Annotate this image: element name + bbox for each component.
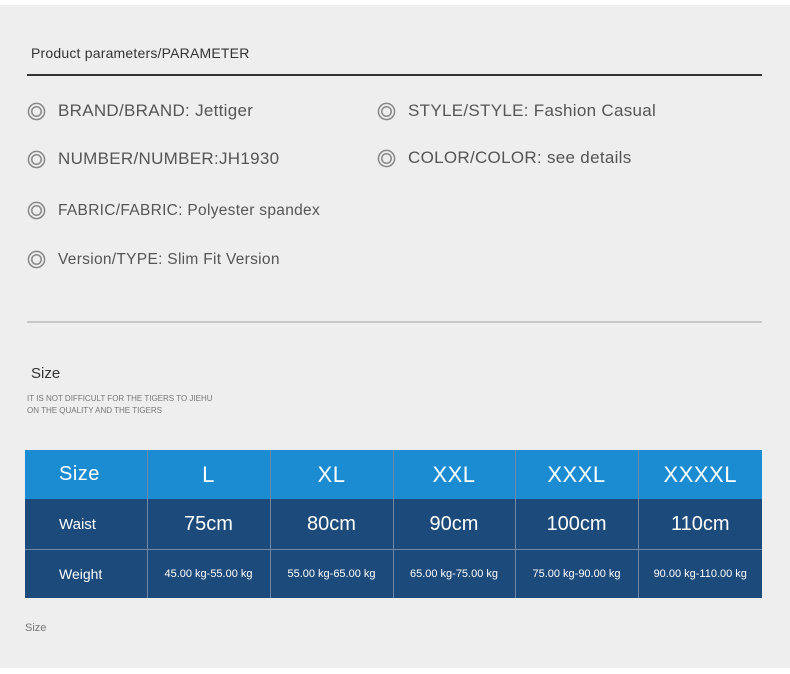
table-cell: 75.00 kg-90.00 kg (515, 549, 639, 598)
size-header-cell: XL (270, 450, 394, 499)
table-cell: 75cm (147, 499, 271, 550)
param-color-text: COLOR/COLOR: see details (408, 148, 632, 167)
row-label-waist: Waist (25, 499, 148, 550)
param-brand: BRAND/BRAND: Jettiger (27, 101, 253, 121)
param-fabric-text: FABRIC/FABRIC: Polyester spandex (58, 201, 321, 219)
size-section-title: Size (31, 365, 61, 382)
table-cell: 55.00 kg-65.00 kg (270, 549, 394, 598)
table-cell: 90.00 kg-110.00 kg (638, 549, 762, 598)
table-row-weight: Weight 45.00 kg-55.00 kg 55.00 kg-65.00 … (25, 549, 762, 598)
concentric-circle-icon (27, 201, 46, 220)
footer-note: Size (25, 622, 47, 634)
table-cell: 110cm (638, 499, 762, 550)
param-brand-text: BRAND/BRAND: Jettiger (58, 101, 254, 120)
title-divider (27, 74, 762, 76)
param-number-text: NUMBER/NUMBER:JH1930 (58, 149, 280, 168)
concentric-circle-icon (27, 250, 46, 269)
size-section-subtitle: IT IS NOT DIFFICULT FOR THE TIGERS TO JI… (27, 393, 287, 417)
concentric-circle-icon (377, 149, 396, 167)
table-cell: 80cm (270, 499, 394, 550)
table-cell: 45.00 kg-55.00 kg (147, 549, 271, 598)
param-version-text: Version/TYPE: Slim Fit Version (58, 250, 280, 268)
size-table-header-row: Size L XL XXL XXXL XXXXL (25, 450, 762, 499)
table-cell: 90cm (393, 499, 516, 550)
param-color: COLOR/COLOR: see details (377, 148, 632, 168)
table-cell: 100cm (515, 499, 639, 550)
concentric-circle-icon (377, 102, 396, 120)
param-number: NUMBER/NUMBER:JH1930 (27, 149, 279, 169)
param-style-text: STYLE/STYLE: Fashion Casual (408, 101, 657, 120)
table-cell: 65.00 kg-75.00 kg (393, 549, 516, 598)
concentric-circle-icon (27, 102, 46, 120)
param-version: Version/TYPE: Slim Fit Version (27, 250, 280, 269)
section-title: Product parameters/PARAMETER (31, 45, 250, 61)
param-style: STYLE/STYLE: Fashion Casual (377, 101, 656, 121)
concentric-circle-icon (27, 150, 46, 168)
size-header-cell: XXL (393, 450, 516, 499)
size-header-cell: XXXXL (638, 450, 762, 499)
size-header-cell: XXXL (515, 450, 639, 499)
size-header-label: Size (25, 450, 148, 499)
table-row-waist: Waist 75cm 80cm 90cm 100cm 110cm (25, 499, 762, 550)
row-label-weight: Weight (25, 549, 148, 598)
size-subtitle-line: ON THE QUALITY AND THE TIGERS (27, 406, 162, 415)
param-fabric: FABRIC/FABRIC: Polyester spandex (27, 201, 320, 220)
size-chart-table: Size L XL XXL XXXL XXXXL Waist 75cm 80cm… (25, 450, 762, 598)
section-divider (27, 321, 762, 323)
parameters-panel: Product parameters/PARAMETER BRAND/BRAND… (0, 5, 790, 668)
size-subtitle-line: IT IS NOT DIFFICULT FOR THE TIGERS TO JI… (27, 394, 213, 403)
size-header-cell: L (147, 450, 271, 499)
